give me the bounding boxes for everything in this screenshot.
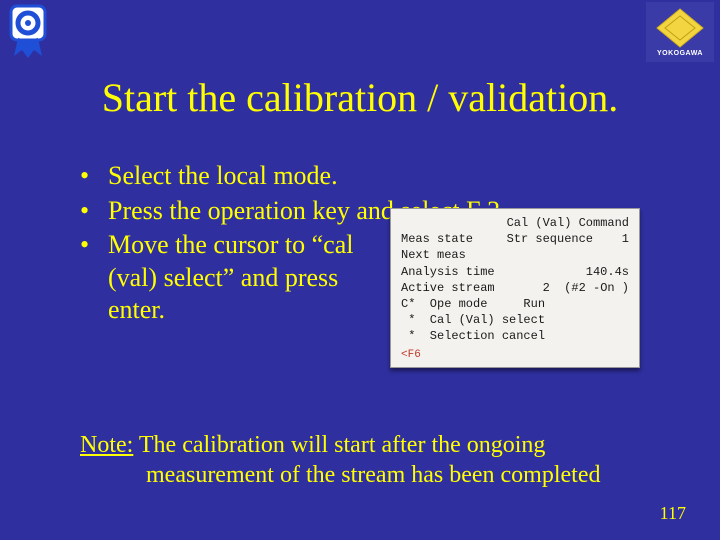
note-line1: The calibration will start after the ong… (133, 432, 545, 458)
bullet-marker: • (80, 160, 108, 193)
device-row: Next meas (401, 247, 629, 263)
device-mode-row: * Selection cancel (401, 328, 629, 344)
device-header: Cal (Val) Command (401, 215, 629, 231)
device-row-value: 140.4s (586, 264, 629, 280)
device-row-label: Meas state (401, 231, 473, 247)
device-footer: <F6 (401, 348, 629, 363)
page-number: 117 (660, 503, 686, 524)
certification-badge-icon (6, 4, 50, 60)
device-footer-left: <F6 (401, 348, 421, 363)
yokogawa-logo: YOKOGAWA (646, 2, 714, 62)
device-row: Meas state Str sequence 1 (401, 231, 629, 247)
device-screen: Cal (Val) Command Meas state Str sequenc… (390, 208, 640, 368)
device-row-value: Str sequence 1 (507, 231, 629, 247)
device-row: Analysis time 140.4s (401, 264, 629, 280)
device-mode-row: * Cal (Val) select (401, 312, 629, 328)
device-row-label: Next meas (401, 247, 466, 263)
yokogawa-brand-text: YOKOGAWA (657, 50, 703, 57)
bullet-marker: • (80, 229, 108, 262)
bullet-text: Move the cursor to “cal (val) select” an… (108, 229, 388, 327)
bullet-item: • Select the local mode. (80, 160, 640, 193)
device-row: Active stream 2 (#2 -On ) (401, 280, 629, 296)
device-row-label: Active stream (401, 280, 495, 296)
device-header-right: Cal (Val) Command (507, 215, 629, 231)
note-line2: measurement of the stream has been compl… (80, 460, 660, 490)
note-label: Note: (80, 432, 133, 458)
device-row-label: Analysis time (401, 264, 495, 280)
yokogawa-diamond-icon (655, 7, 705, 49)
device-mode-row: C* Ope mode Run (401, 296, 629, 312)
slide: YOKOGAWA Start the calibration / validat… (0, 0, 720, 540)
bullet-marker: • (80, 195, 108, 228)
note-block: Note: The calibration will start after t… (80, 430, 660, 490)
bullet-text: Select the local mode. (108, 160, 640, 193)
device-row-value: 2 (#2 -On ) (543, 280, 629, 296)
slide-title: Start the calibration / validation. (0, 74, 720, 121)
